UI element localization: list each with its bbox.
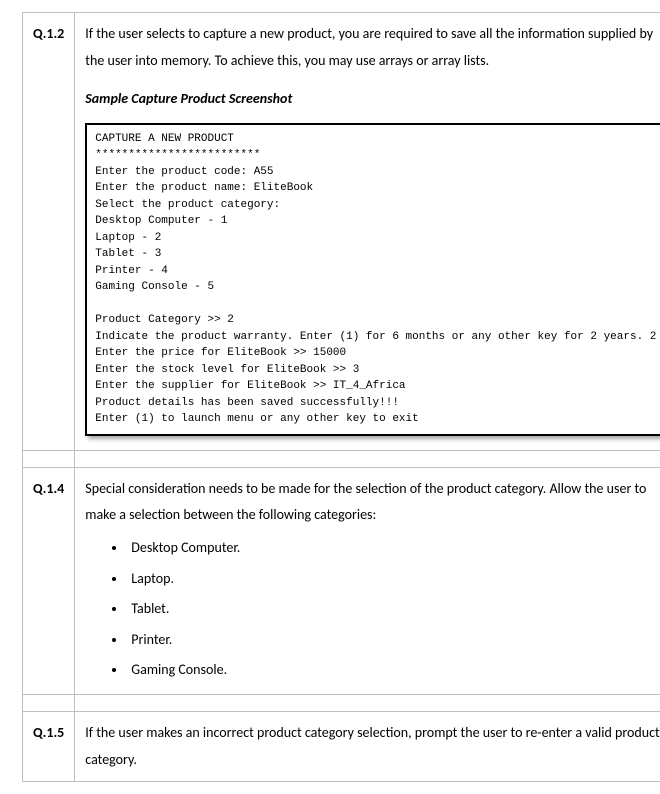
row-q14: Q.1.4 Special consideration needs to be … — [23, 467, 660, 694]
row-q15: Q.1.5 If the user makes an incorrect pro… — [23, 711, 660, 781]
list-item: Laptop. — [127, 564, 660, 595]
q12-cell: If the user selects to capture a new pro… — [75, 13, 660, 451]
list-item: Printer. — [127, 625, 660, 656]
q12-number: Q.1.2 — [23, 13, 75, 451]
q12-text: If the user selects to capture a new pro… — [85, 21, 660, 74]
q15-text: If the user makes an incorrect product c… — [85, 720, 660, 773]
list-item: Gaming Console. — [127, 655, 660, 686]
row-q12: Q.1.2 If the user selects to capture a n… — [23, 13, 660, 451]
q14-text: Special consideration needs to be made f… — [85, 476, 660, 529]
q15-number: Q.1.5 — [23, 711, 75, 781]
question-table: Q.1.2 If the user selects to capture a n… — [22, 12, 660, 782]
list-item: Tablet. — [127, 594, 660, 625]
q14-category-list: Desktop Computer. Laptop. Tablet. Printe… — [85, 533, 660, 686]
q12-console: CAPTURE A NEW PRODUCT ******************… — [85, 123, 660, 436]
q14-number: Q.1.4 — [23, 467, 75, 694]
q14-cell: Special consideration needs to be made f… — [75, 467, 660, 694]
spacer-1 — [23, 450, 660, 467]
q15-cell: If the user makes an incorrect product c… — [75, 711, 660, 781]
list-item: Desktop Computer. — [127, 533, 660, 564]
q12-caption: Sample Capture Product Screenshot — [85, 86, 660, 113]
